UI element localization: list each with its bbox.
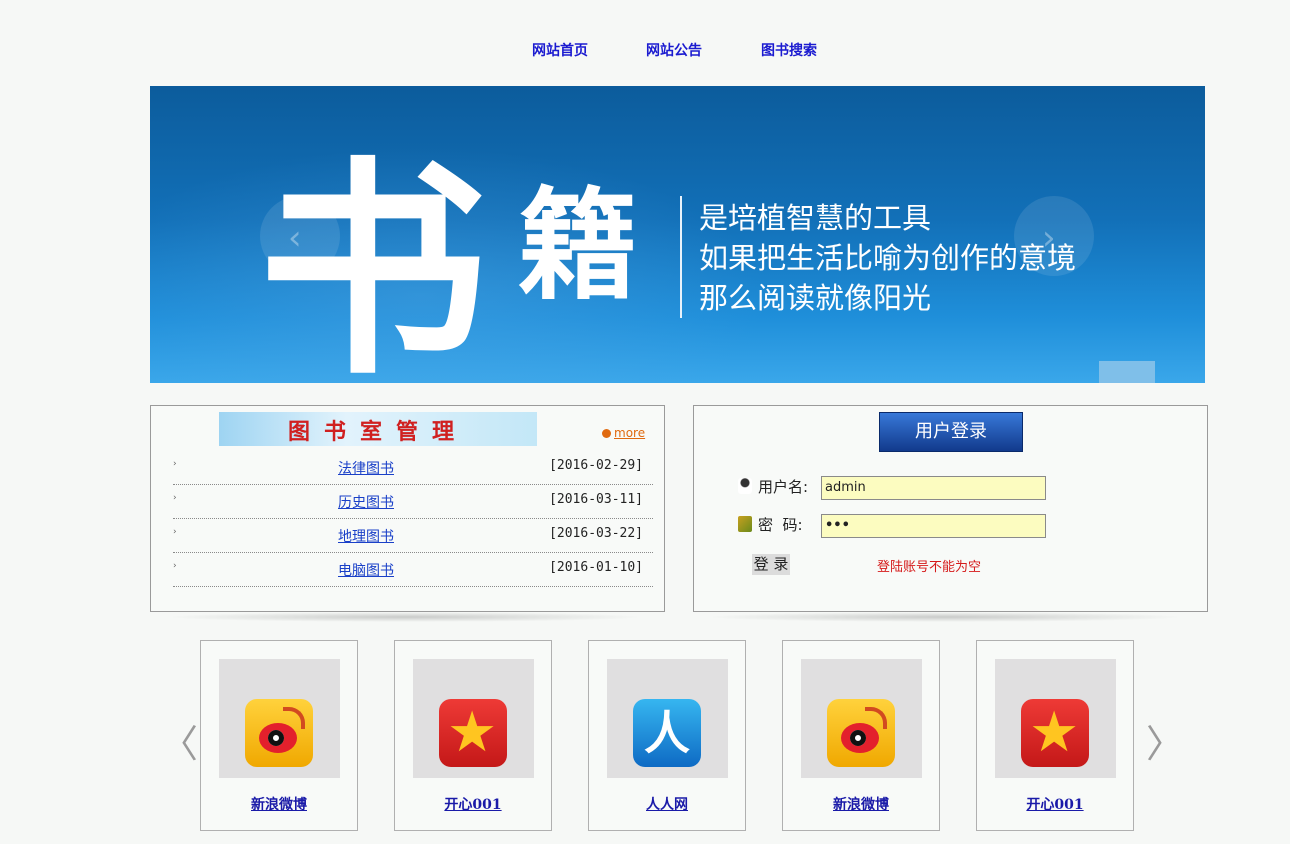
link-card[interactable]: 人 人人网	[588, 640, 746, 831]
more-link[interactable]: more	[602, 426, 645, 440]
link-image: ★	[995, 659, 1116, 778]
link-name[interactable]: 新浪微博	[201, 794, 357, 814]
link-image: 人	[607, 659, 728, 778]
nav-notice-link[interactable]: 网站公告	[646, 40, 702, 60]
password-label-text: 密 码:	[758, 516, 803, 534]
more-label: more	[614, 426, 646, 440]
item-date: [2016-03-11]	[549, 492, 643, 507]
banner-divider	[680, 196, 682, 318]
link-name[interactable]: 人人网	[589, 794, 745, 814]
password-input[interactable]: •••	[821, 514, 1046, 538]
category-link[interactable]: 法律图书	[338, 458, 394, 478]
list-item: › 法律图书 [2016-02-29]	[173, 451, 653, 485]
list-item: › 历史图书 [2016-03-11]	[173, 485, 653, 519]
weibo-icon	[245, 699, 313, 767]
book-category-panel: 图书室管理 more › 法律图书 [2016-02-29] › 历史图书 [2…	[150, 405, 665, 612]
error-message: 登陆账号不能为空	[877, 560, 982, 575]
bullet-icon: ›	[173, 493, 177, 503]
link-image	[801, 659, 922, 778]
banner-prev-button[interactable]: ‹	[260, 196, 340, 276]
panel-shadow	[165, 612, 645, 622]
banner-slogan-line: 那么阅读就像阳光	[699, 281, 932, 315]
link-card[interactable]: 新浪微博	[200, 640, 358, 831]
item-date: [2016-01-10]	[549, 560, 643, 575]
category-link[interactable]: 电脑图书	[338, 560, 394, 580]
bullet-icon: ›	[173, 459, 177, 469]
panel-header-image: 图书室管理	[219, 412, 537, 446]
list-item: › 电脑图书 [2016-01-10]	[173, 553, 653, 587]
link-image: ★	[413, 659, 534, 778]
link-name[interactable]: 开心001	[395, 794, 551, 814]
hero-banner: 书 籍 是培植智慧的工具 如果把生活比喻为创作的意境 那么阅读就像阳光 ‹ ›	[150, 86, 1205, 383]
panel-shadow	[705, 612, 1185, 622]
login-panel: 用户登录 用户名: admin 密 码: ••• 登 录 登陆账号不能为空	[693, 405, 1208, 612]
item-date: [2016-02-29]	[549, 458, 643, 473]
panel-header-title: 图书室管理	[287, 419, 468, 445]
lock-icon	[738, 516, 752, 532]
login-title: 用户登录	[915, 421, 987, 442]
link-name[interactable]: 新浪微博	[783, 794, 939, 814]
link-card[interactable]: 新浪微博	[782, 640, 940, 831]
weibo-icon	[827, 699, 895, 767]
link-card[interactable]: ★ 开心001	[394, 640, 552, 831]
carousel-prev-icon[interactable]: 〈	[160, 713, 198, 768]
top-nav: 网站首页 网站公告 图书搜索	[0, 40, 1290, 60]
password-label: 密 码:	[738, 514, 803, 535]
nav-home-link[interactable]: 网站首页	[532, 40, 588, 60]
plus-circle-icon	[602, 429, 611, 438]
category-link[interactable]: 历史图书	[338, 492, 394, 512]
banner-big-char-ji: 籍	[518, 175, 638, 316]
bullet-icon: ›	[173, 527, 177, 537]
renren-icon: 人	[633, 699, 701, 767]
link-name[interactable]: 开心001	[977, 794, 1133, 814]
link-image	[219, 659, 340, 778]
list-item: › 地理图书 [2016-03-22]	[173, 519, 653, 553]
category-link[interactable]: 地理图书	[338, 526, 394, 546]
chevron-left-icon: ‹	[288, 218, 302, 258]
username-label-text: 用户名:	[758, 478, 809, 496]
link-card[interactable]: ★ 开心001	[976, 640, 1134, 831]
username-input[interactable]: admin	[821, 476, 1046, 500]
nav-book-search-link[interactable]: 图书搜索	[761, 40, 817, 60]
login-title-banner: 用户登录	[879, 412, 1023, 452]
kaixin-icon: ★	[1021, 699, 1089, 767]
banner-next-button[interactable]: ›	[1014, 196, 1094, 276]
chevron-right-icon: ›	[1042, 218, 1056, 258]
banner-corner-decoration	[1099, 361, 1155, 383]
bullet-icon: ›	[173, 561, 177, 571]
user-icon	[738, 478, 752, 494]
carousel-next-icon[interactable]: 〉	[1146, 713, 1184, 768]
category-list: › 法律图书 [2016-02-29] › 历史图书 [2016-03-11] …	[173, 451, 653, 587]
username-label: 用户名:	[738, 476, 808, 497]
item-date: [2016-03-22]	[549, 526, 643, 541]
kaixin-icon: ★	[439, 699, 507, 767]
login-button[interactable]: 登 录	[752, 554, 790, 575]
